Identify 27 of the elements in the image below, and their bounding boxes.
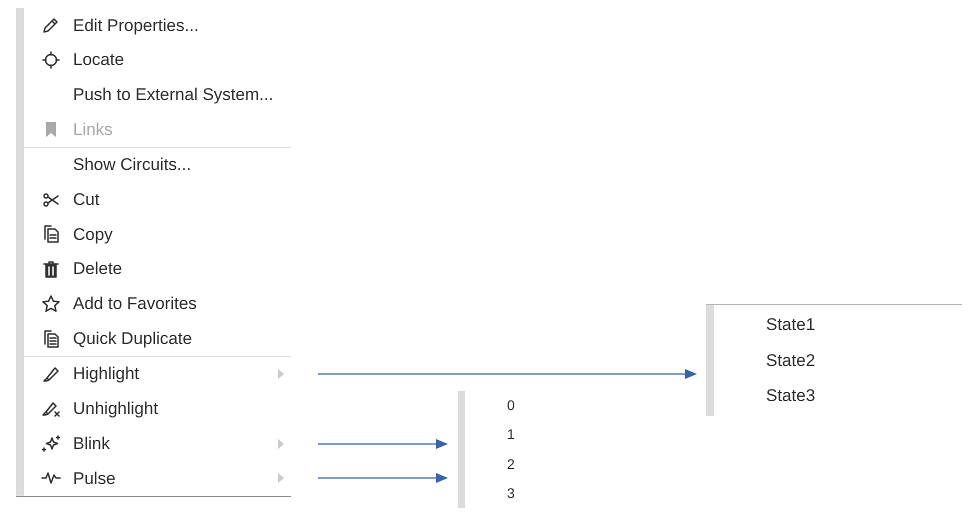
menu-item[interactable]: Copy: [24, 217, 291, 252]
caret-icon: [278, 473, 284, 484]
sparkle-icon: [40, 434, 60, 454]
trash-icon: [40, 259, 60, 280]
menu-item[interactable]: Locate: [24, 42, 291, 78]
caret-icon: [278, 438, 284, 449]
menu-item[interactable]: 2: [507, 450, 515, 479]
menu-item[interactable]: Delete: [24, 252, 291, 286]
caret-icon: [278, 369, 284, 380]
menu-item[interactable]: Push to External System...: [24, 77, 291, 112]
menu-item[interactable]: State1: [766, 307, 816, 342]
menu-item[interactable]: Pulse: [24, 460, 291, 496]
menu-item[interactable]: Add to Favorites: [24, 286, 291, 322]
star-icon: [40, 294, 60, 314]
menu-item[interactable]: State2: [766, 342, 816, 378]
menu-item[interactable]: Blink: [24, 426, 291, 461]
crosshair-icon: [40, 50, 60, 70]
menu-item[interactable]: Show Circuits...: [24, 148, 291, 182]
menu-item[interactable]: Quick Duplicate: [24, 321, 291, 356]
menu-item[interactable]: Highlight: [24, 356, 291, 392]
menu-item[interactable]: Cut: [24, 182, 291, 218]
menu-item[interactable]: Unhighlight: [24, 392, 291, 426]
menu-item[interactable]: 1: [507, 420, 515, 450]
menu-item[interactable]: 0: [507, 391, 515, 420]
menu-item[interactable]: State3: [766, 378, 816, 414]
menu-item[interactable]: Edit Properties...: [24, 8, 291, 43]
menu-item[interactable]: 3: [507, 478, 515, 508]
